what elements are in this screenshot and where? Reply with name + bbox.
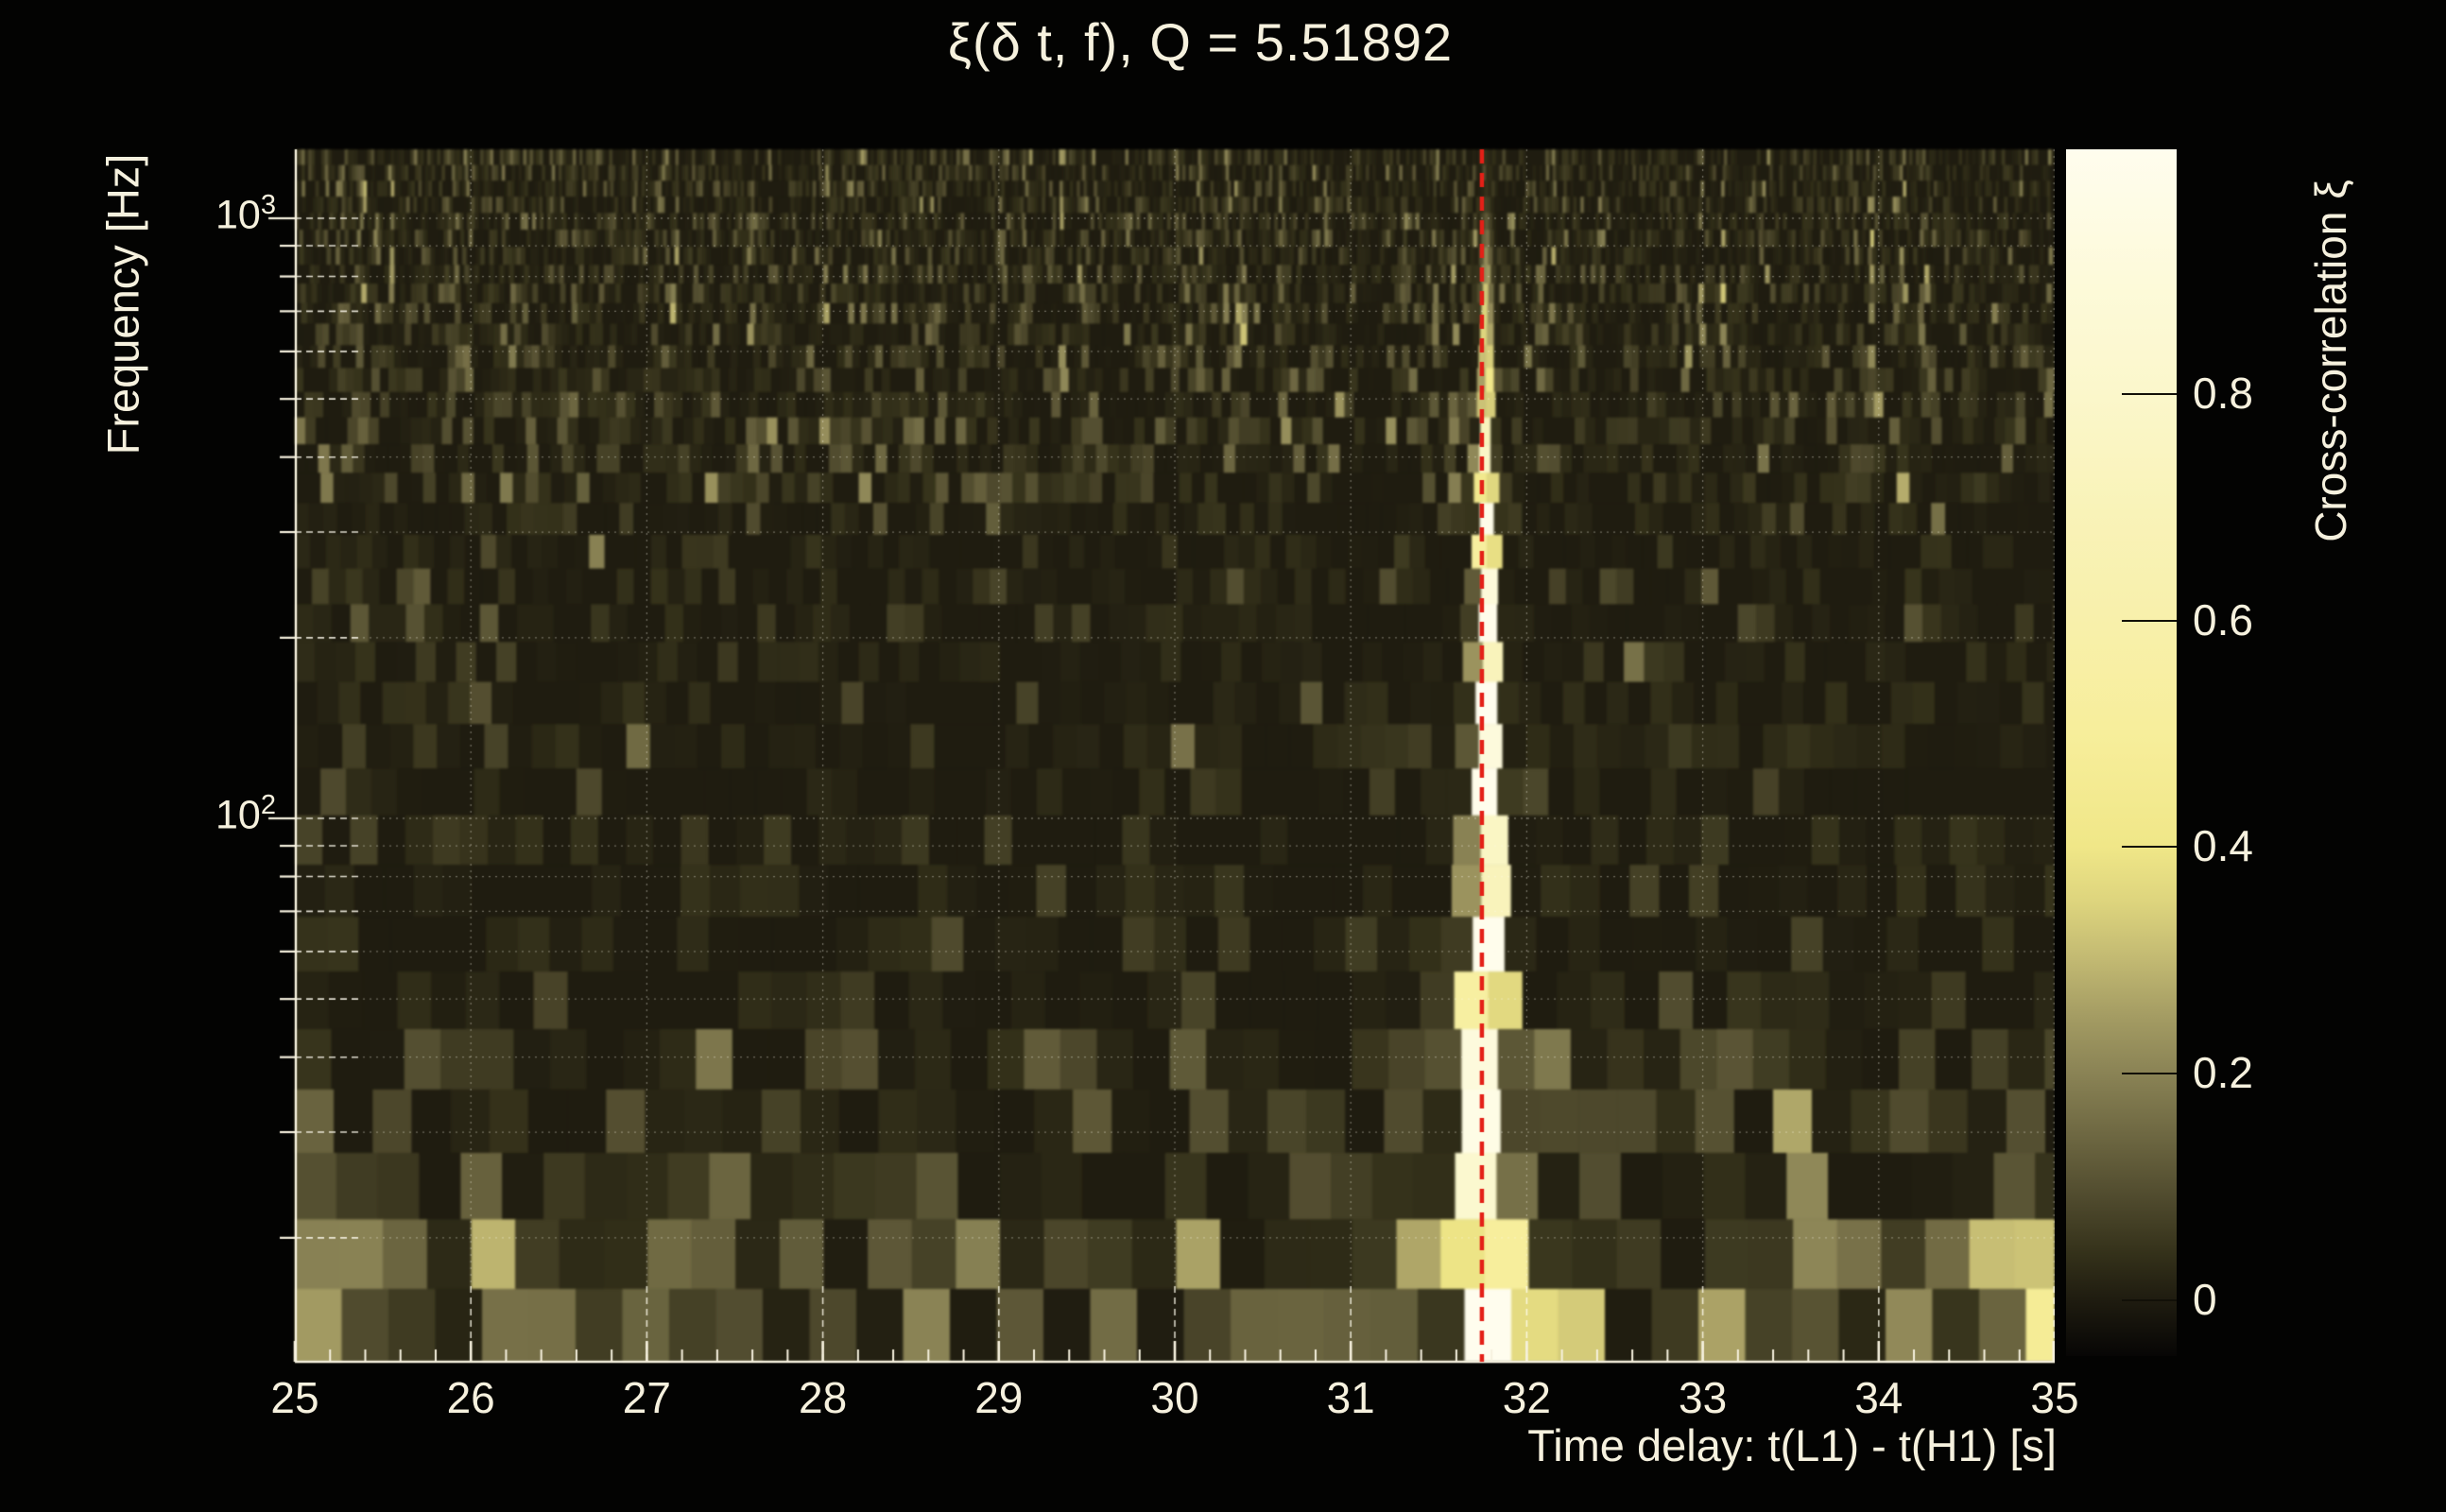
colorbar-tick bbox=[2122, 846, 2177, 849]
x-tick-label: 28 bbox=[799, 1373, 848, 1422]
x-tick-label: 30 bbox=[1150, 1373, 1199, 1422]
x-tick-label: 26 bbox=[446, 1373, 495, 1422]
y-tick-label: 102 bbox=[215, 790, 276, 838]
plot-title: ξ(δ t, f), Q = 5.51892 bbox=[947, 12, 1454, 72]
colorbar-tick-label: 0.2 bbox=[2193, 1048, 2253, 1098]
x-axis-title: Time delay: t(L1) - t(H1) [s] bbox=[1527, 1420, 2057, 1470]
x-tick-label: 25 bbox=[270, 1373, 319, 1422]
x-tick-label: 27 bbox=[622, 1373, 671, 1422]
heatmap-plot-area bbox=[257, 147, 2055, 1368]
x-tick-label: 31 bbox=[1326, 1373, 1375, 1422]
colorbar-tick bbox=[2122, 392, 2177, 395]
colorbar-tick bbox=[2122, 619, 2177, 622]
colorbar-tick bbox=[2122, 1073, 2177, 1075]
colorbar-tick-label: 0.6 bbox=[2193, 594, 2253, 644]
colorbar-gradient bbox=[2066, 149, 2177, 1356]
y-tick-label: 103 bbox=[215, 190, 276, 238]
colorbar-tick-label: 0.4 bbox=[2193, 821, 2253, 871]
y-axis-title: Frequency [Hz] bbox=[97, 153, 148, 455]
x-tick-label: 34 bbox=[1854, 1373, 1903, 1422]
x-tick-label: 33 bbox=[1679, 1373, 1728, 1422]
x-tick-label: 32 bbox=[1502, 1373, 1551, 1422]
x-tick-label: 35 bbox=[2030, 1373, 2079, 1422]
colorbar-title: Cross-correlation ξ bbox=[2306, 180, 2355, 542]
colorbar-tick-label: 0.8 bbox=[2193, 368, 2253, 418]
root-canvas: ξ(δ t, f), Q = 5.51892 Frequency [Hz] Ti… bbox=[0, 0, 2446, 1512]
colorbar-tick bbox=[2122, 1299, 2177, 1302]
x-tick-label: 29 bbox=[974, 1373, 1024, 1422]
colorbar-tick-label: 0 bbox=[2193, 1275, 2217, 1325]
